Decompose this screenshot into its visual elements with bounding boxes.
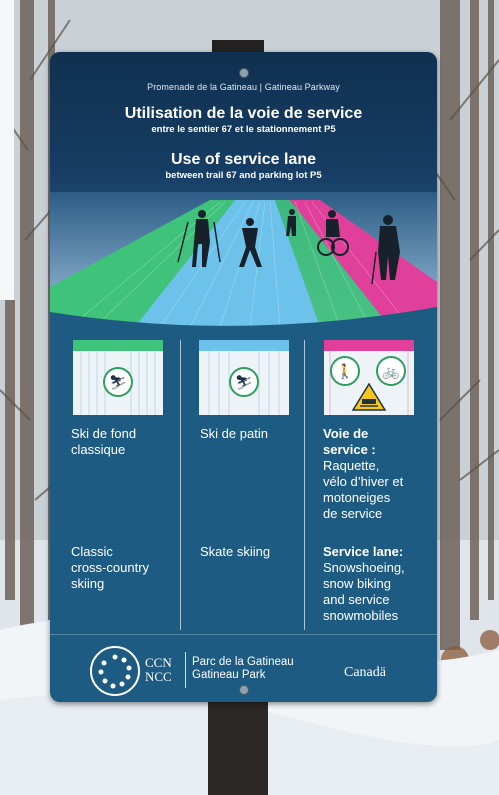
skate-color-bar [199, 340, 289, 351]
subtitle-english: between trail 67 and parking lot P5 [165, 170, 322, 181]
trail-sign: Promenade de la Gatineau | Gatineau Park… [50, 52, 437, 702]
text-line: Skate skiing [200, 544, 271, 559]
skate-ski-panel: ⛷ [199, 340, 289, 415]
text-line: Voie de [323, 426, 369, 441]
top-bolt [239, 68, 249, 78]
classic-color-bar [73, 340, 163, 351]
title-french: Utilisation de la voie de service [124, 105, 363, 122]
service-label-fr: Voie de service : Raquette, vélo d’hiver… [323, 426, 403, 522]
classic-ski-icon: ⛷ [103, 367, 133, 397]
text-line: vélo d’hiver et [323, 474, 404, 489]
text-line: Ski de fond [71, 426, 137, 441]
skate-ski-icon: ⛷ [229, 367, 259, 397]
park-name-fr: Parc de la Gatineau [192, 656, 294, 668]
sign-post [208, 700, 268, 795]
canada-wordmark: Canadä [344, 665, 386, 680]
service-lane-panel: 🚶 🚲 [324, 340, 414, 415]
classic-label-fr: Ski de fond classique [71, 426, 136, 458]
ncc-text: NCC [145, 669, 172, 684]
text-line: classique [71, 442, 126, 457]
ccn-text: CCN [145, 655, 172, 670]
lanes-illustration [50, 192, 437, 327]
text-line: snowmobiles [323, 608, 399, 623]
ncc-wordmark: CCN NCC [145, 656, 172, 684]
column-divider-1 [180, 340, 181, 630]
column-divider-2 [304, 340, 305, 630]
text-line: and service [323, 592, 390, 607]
text-line: skiing [71, 576, 105, 591]
service-color-bar [324, 340, 414, 351]
text-line: Classic [71, 544, 113, 559]
text-line: Service lane: [323, 544, 404, 559]
footer-vertical-divider [185, 652, 186, 688]
classic-label-en: Classic cross-country skiing [71, 544, 149, 592]
text-line: Snowshoeing, [323, 560, 405, 575]
text-line: snow biking [323, 576, 391, 591]
text-line: cross-country [71, 560, 150, 575]
snowmobile-warning-icon [351, 382, 387, 411]
ncc-logo [90, 646, 140, 696]
skate-label-fr: Ski de patin [200, 426, 268, 442]
text-line: Raquette, [323, 458, 380, 473]
park-name: Parc de la Gatineau Gatineau Park [192, 656, 294, 682]
text-line: service : [323, 442, 376, 457]
subtitle-french: entre le sentier 67 et le stationnement … [151, 124, 336, 135]
service-label-en: Service lane: Snowshoeing, snow biking a… [323, 544, 405, 624]
park-name-en: Gatineau Park [192, 669, 266, 681]
park-line: Promenade de la Gatineau | Gatineau Park… [147, 82, 340, 92]
text-line: Ski de patin [200, 426, 268, 441]
title-english: Use of service lane [171, 151, 316, 168]
skate-label-en: Skate skiing [200, 544, 270, 560]
text-line: de service [323, 506, 383, 521]
footer-divider [50, 634, 437, 635]
text-line: motoneiges [323, 490, 391, 505]
classic-ski-panel: ⛷ [73, 340, 163, 415]
ncc-logo-dots [98, 654, 132, 689]
bottom-bolt [239, 685, 249, 695]
